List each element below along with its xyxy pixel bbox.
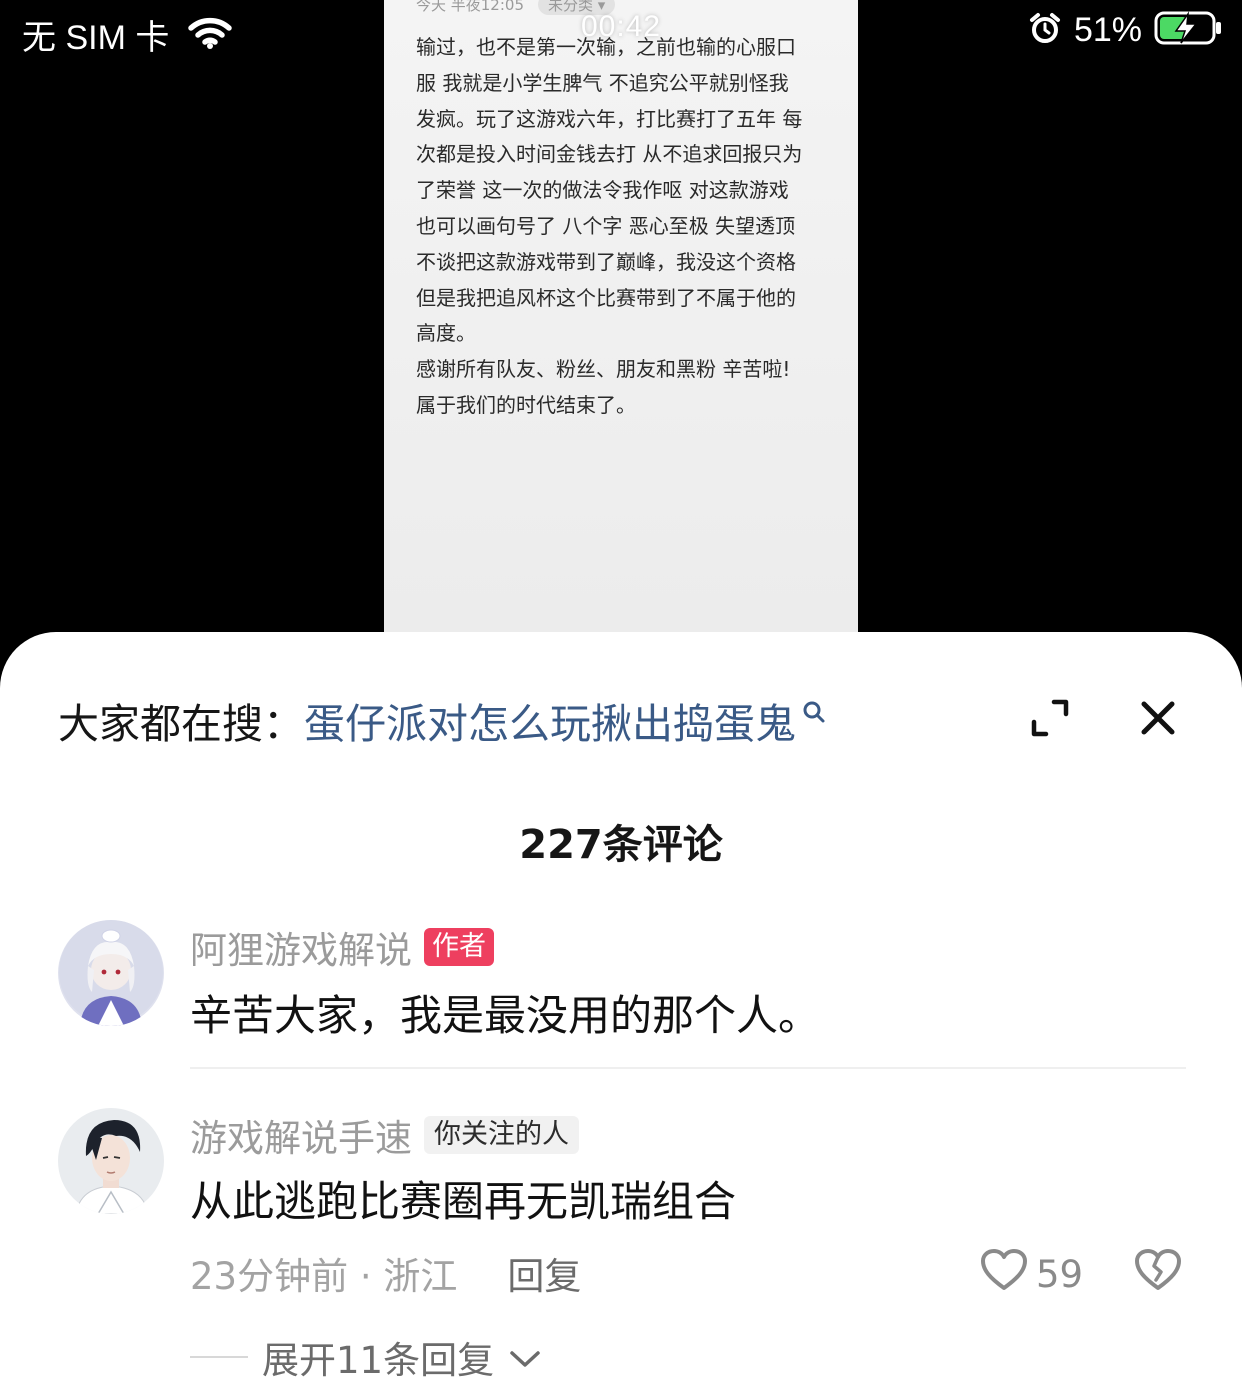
comment-text[interactable]: 辛苦大家，我是最没用的那个人。 <box>190 982 820 1043</box>
expand-replies-button[interactable]: 展开11条回复 <box>190 1330 542 1384</box>
following-badge: 你关注的人 <box>424 1116 579 1154</box>
comment-author-name[interactable]: 阿狸游戏解说 <box>190 920 412 974</box>
chevron-down-icon[interactable] <box>508 1336 542 1379</box>
video-frame-note-screenshot: 今天 半夜12:05 未分类 ▾ 输过，也不是第一次输，之前也输的心服口 服 我就… <box>384 0 858 634</box>
like-count: 59 <box>1036 1253 1084 1296</box>
comment-text[interactable]: 从此逃跑比赛圈再无凯瑞组合 <box>190 1168 736 1229</box>
expand-replies-label[interactable]: 展开11条回复 <box>262 1330 494 1384</box>
status-bar-right: 51% <box>1028 10 1224 50</box>
trending-search-term[interactable]: 蛋仔派对怎么玩揪出捣蛋鬼 <box>304 690 796 750</box>
comment-author[interactable]: 游戏解说手速 你关注的人 <box>190 1108 579 1162</box>
comment-author-name[interactable]: 游戏解说手速 <box>190 1108 412 1162</box>
fullscreen-expand-icon[interactable] <box>1030 698 1070 738</box>
comment-time-location: 23分钟前 · 浙江 <box>190 1255 458 1298</box>
status-bar-left: 无 SIM 卡 <box>22 10 233 59</box>
video-player[interactable]: 今天 半夜12:05 未分类 ▾ 输过，也不是第一次输，之前也输的心服口 服 我就… <box>0 0 1242 650</box>
wifi-icon <box>187 16 233 54</box>
comment-meta: 23分钟前 · 浙江 回复 <box>190 1246 581 1300</box>
like-button[interactable]: 59 <box>980 1248 1083 1301</box>
close-icon[interactable] <box>1138 698 1178 738</box>
heart-icon[interactable] <box>980 1248 1028 1301</box>
battery-percent: 51% <box>1073 10 1142 49</box>
avatar[interactable] <box>58 1108 164 1214</box>
author-badge: 作者 <box>424 928 494 966</box>
search-icon <box>802 700 826 728</box>
carrier-label: 无 SIM 卡 <box>22 19 170 57</box>
reply-button[interactable]: 回复 <box>507 1246 581 1300</box>
expand-replies-line <box>190 1356 248 1358</box>
battery-charging-icon <box>1154 10 1224 50</box>
trending-search-row[interactable]: 大家都在搜： 蛋仔派对怎么玩揪出捣蛋鬼 <box>58 694 826 748</box>
note-body-text: 输过，也不是第一次输，之前也输的心服口 服 我就是小学生脾气 不追究公平就别怪我… <box>416 35 803 417</box>
comment-divider <box>190 1067 1186 1069</box>
trending-search-prefix: 大家都在搜： <box>58 700 304 748</box>
comments-sheet: 大家都在搜： 蛋仔派对怎么玩揪出捣蛋鬼 227条评论 阿狸游戏解说 作者 辛苦大… <box>0 632 1242 1396</box>
alarm-icon <box>1028 11 1062 49</box>
comment-author[interactable]: 阿狸游戏解说 作者 <box>190 920 494 974</box>
avatar[interactable] <box>58 920 164 1026</box>
dislike-broken-heart-icon[interactable] <box>1134 1248 1182 1296</box>
comment-count-title: 227条评论 <box>519 822 723 868</box>
